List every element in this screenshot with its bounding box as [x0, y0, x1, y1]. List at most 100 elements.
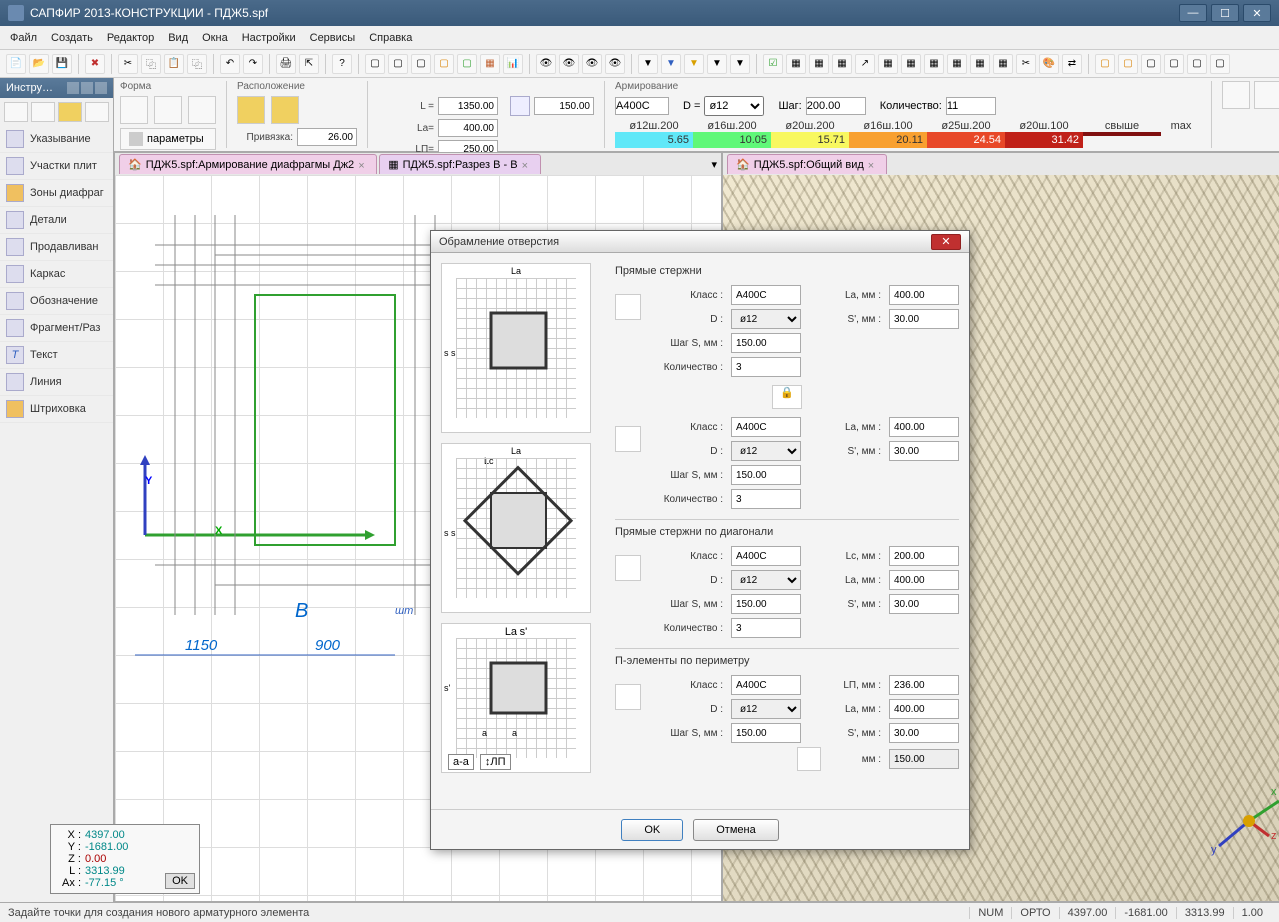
arm-kol[interactable]	[946, 97, 996, 115]
tb-filter4[interactable]: ▼	[707, 54, 727, 74]
close-icon[interactable]: ×	[522, 160, 532, 170]
menu-editor[interactable]: Редактор	[107, 32, 154, 44]
tb-win5[interactable]: ▢	[1187, 54, 1207, 74]
tool-details[interactable]: Детали	[0, 207, 113, 234]
sec3-La[interactable]	[889, 699, 959, 719]
dialog-ok-button[interactable]: OK	[621, 819, 683, 841]
tb-box3[interactable]: ▢	[411, 54, 431, 74]
privyazka-input[interactable]	[297, 128, 357, 146]
tb-eye3[interactable]: 👁	[582, 54, 602, 74]
sec1b-La[interactable]	[889, 417, 959, 437]
tab-general-view[interactable]: 🏠 ПДЖ5.spf:Общий вид ×	[727, 154, 887, 174]
arrow-input[interactable]	[534, 97, 594, 115]
tb-filter1[interactable]: ▼	[638, 54, 658, 74]
sec3-S[interactable]	[889, 723, 959, 743]
sec2-S[interactable]	[889, 594, 959, 614]
tb-analysis[interactable]: 📊	[503, 54, 523, 74]
tb-win3[interactable]: ▢	[1141, 54, 1161, 74]
menu-settings[interactable]: Настройки	[242, 32, 296, 44]
sec2-kol[interactable]	[731, 618, 801, 638]
tool-line[interactable]: Линия	[0, 369, 113, 396]
tb-clone[interactable]: ⿻	[187, 54, 207, 74]
tb-new[interactable]: 📄	[6, 54, 26, 74]
tb-copy[interactable]: ⿻	[141, 54, 161, 74]
tb-win1[interactable]: ▢	[1095, 54, 1115, 74]
panel-close-icon[interactable]	[95, 82, 107, 94]
tb-redo[interactable]: ↷	[243, 54, 263, 74]
tool-fragment[interactable]: Фрагмент/Раз	[0, 315, 113, 342]
tb-box2[interactable]: ▢	[388, 54, 408, 74]
tab-arm-diaphragm[interactable]: 🏠 ПДЖ5.spf:Армирование диафрагмы Дж2 ×	[119, 154, 377, 174]
action-btn-1[interactable]	[1222, 81, 1250, 109]
3d-gizmo[interactable]: x y z	[1209, 781, 1279, 861]
maximize-button[interactable]: ☐	[1211, 4, 1239, 22]
menu-create[interactable]: Создать	[51, 32, 93, 44]
menu-windows[interactable]: Окна	[202, 32, 228, 44]
mode-icon-4[interactable]	[85, 102, 109, 122]
tb-grid3[interactable]: ▦	[924, 54, 944, 74]
raspol-btn-2[interactable]	[271, 96, 299, 124]
sec1-icon-vert[interactable]	[615, 426, 641, 452]
tb-eye2[interactable]: 👁	[559, 54, 579, 74]
tb-win6[interactable]: ▢	[1210, 54, 1230, 74]
tb-undo[interactable]: ↶	[220, 54, 240, 74]
tb-delete[interactable]: ✖	[85, 54, 105, 74]
tb-save[interactable]: 💾	[52, 54, 72, 74]
tool-punching[interactable]: Продавливан	[0, 234, 113, 261]
menu-file[interactable]: Файл	[10, 32, 37, 44]
tb-grid2[interactable]: ▦	[901, 54, 921, 74]
tb-layout2[interactable]: ▦	[809, 54, 829, 74]
sec1-S[interactable]	[889, 309, 959, 329]
tb-grid4[interactable]: ▦	[947, 54, 967, 74]
status-orto[interactable]: ОРТО	[1011, 907, 1058, 919]
tb-win4[interactable]: ▢	[1164, 54, 1184, 74]
panel-dropdown-icon[interactable]	[67, 82, 79, 94]
action-btn-2[interactable]	[1254, 81, 1279, 109]
tb-scissors[interactable]: ✂	[1016, 54, 1036, 74]
tab-razrez[interactable]: ▦ ПДЖ5.spf:Разрез В - В ×	[379, 154, 540, 174]
sec3-mm[interactable]	[889, 749, 959, 769]
tb-paste[interactable]: 📋	[164, 54, 184, 74]
tb-win2[interactable]: ▢	[1118, 54, 1138, 74]
tb-wall[interactable]: ▦	[480, 54, 500, 74]
tool-text[interactable]: TТекст	[0, 342, 113, 369]
forma-btn-2[interactable]	[154, 96, 182, 124]
tb-grid1[interactable]: ▦	[878, 54, 898, 74]
forma-btn-1[interactable]	[120, 96, 148, 124]
tb-filter2[interactable]: ▼	[661, 54, 681, 74]
arm-shag[interactable]	[806, 97, 866, 115]
tb-help[interactable]: ?	[332, 54, 352, 74]
tb-filter3[interactable]: ▼	[684, 54, 704, 74]
mode-icon-2[interactable]	[31, 102, 55, 122]
coord-ok-button[interactable]: OK	[165, 873, 195, 889]
sec3-extra-icon[interactable]	[797, 747, 821, 771]
L-input[interactable]	[438, 97, 498, 115]
tool-frame[interactable]: Каркас	[0, 261, 113, 288]
tb-layout3[interactable]: ▦	[832, 54, 852, 74]
tb-arrow[interactable]: ↗	[855, 54, 875, 74]
tb-box5[interactable]: ▢	[457, 54, 477, 74]
dialog-titlebar[interactable]: Обрамление отверстия ✕	[431, 231, 969, 253]
tb-print[interactable]: 🖨	[276, 54, 296, 74]
parameters-button[interactable]: параметры	[120, 128, 216, 150]
tb-box1[interactable]: ▢	[365, 54, 385, 74]
mode-icon-3[interactable]	[58, 102, 82, 122]
tool-hatch[interactable]: Штриховка	[0, 396, 113, 423]
sec1b-S[interactable]	[889, 441, 959, 461]
tabs-dropdown-icon[interactable]: ▾	[711, 158, 717, 171]
arm-D-select[interactable]: ø12	[704, 96, 764, 116]
tb-swap[interactable]: ⇄	[1062, 54, 1082, 74]
La-input[interactable]	[438, 119, 498, 137]
tb-filter5[interactable]: ▼	[730, 54, 750, 74]
lock-button[interactable]: 🔒	[772, 385, 802, 409]
status-num[interactable]: NUM	[969, 907, 1011, 919]
tb-grid5[interactable]: ▦	[970, 54, 990, 74]
sec3-LP[interactable]	[889, 675, 959, 695]
menu-help[interactable]: Справка	[369, 32, 412, 44]
close-icon[interactable]: ×	[868, 160, 878, 170]
tool-select[interactable]: Указывание	[0, 126, 113, 153]
sec2-Lc[interactable]	[889, 546, 959, 566]
forma-btn-3[interactable]	[188, 96, 216, 124]
tb-check[interactable]: ☑	[763, 54, 783, 74]
tb-layout1[interactable]: ▦	[786, 54, 806, 74]
